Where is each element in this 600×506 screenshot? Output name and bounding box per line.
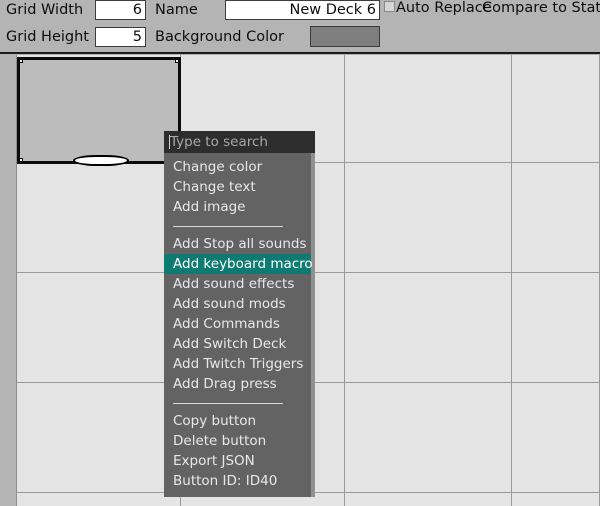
- auto-replace-checkbox[interactable]: [384, 1, 395, 12]
- auto-replace-label: Auto Replace: [396, 0, 492, 16]
- menu-separator: [173, 403, 283, 404]
- menu-item-add-drag-press[interactable]: Add Drag press: [164, 374, 311, 394]
- menu-item-add-commands[interactable]: Add Commands: [164, 314, 311, 334]
- context-menu-items: Change color Change text Add image Add S…: [164, 153, 315, 497]
- grid-cell[interactable]: [512, 383, 600, 493]
- grid-cell[interactable]: [512, 163, 600, 273]
- menu-item-add-keyboard-macro[interactable]: Add keyboard macro: [164, 254, 313, 274]
- menu-item-add-switch-deck[interactable]: Add Switch Deck: [164, 334, 311, 354]
- compare-to-state-label: Compare to Stat: [482, 0, 600, 16]
- grid-width-input[interactable]: 6: [95, 0, 146, 20]
- selected-deck-button[interactable]: [17, 57, 181, 164]
- background-color-label: Background Color: [155, 29, 284, 45]
- background-color-swatch[interactable]: [310, 26, 380, 47]
- menu-item-add-image[interactable]: Add image: [164, 197, 311, 217]
- grid-cell[interactable]: [512, 493, 600, 506]
- grid-cell[interactable]: [345, 273, 512, 383]
- menu-item-copy-button[interactable]: Copy button: [164, 411, 311, 431]
- toolbar: Grid Width 6 Grid Height 5 Name New Deck…: [0, 0, 600, 52]
- menu-item-add-sound-effects[interactable]: Add sound effects: [164, 274, 311, 294]
- grid-cell[interactable]: [345, 383, 512, 493]
- grid-cell[interactable]: [17, 383, 181, 493]
- grid-cell[interactable]: [17, 493, 181, 506]
- menu-item-button-id: Button ID: ID40: [173, 473, 278, 489]
- resize-corner-handle[interactable]: [19, 158, 23, 162]
- name-label: Name: [155, 2, 198, 18]
- resize-corner-handle[interactable]: [19, 59, 23, 63]
- deck-name-input[interactable]: New Deck 6: [225, 0, 380, 20]
- resize-corner-handle[interactable]: [175, 59, 179, 63]
- menu-item-add-stop-all-sounds[interactable]: Add Stop all sounds: [164, 234, 311, 254]
- menu-item-export-json[interactable]: Export JSON: [164, 451, 311, 471]
- grid-height-label: Grid Height: [6, 29, 89, 45]
- grid-top-rule: [0, 52, 600, 54]
- grid-cell[interactable]: [17, 273, 181, 383]
- menu-separator: [173, 226, 283, 227]
- text-caret-icon: [169, 135, 170, 149]
- grid-height-input[interactable]: 5: [95, 27, 146, 47]
- grid-cell[interactable]: [17, 163, 181, 273]
- menu-item-add-twitch-triggers[interactable]: Add Twitch Triggers: [164, 354, 311, 374]
- grid-cell[interactable]: [345, 163, 512, 273]
- context-menu: Type to search Change color Change text …: [164, 131, 315, 497]
- menu-item-add-sound-mods[interactable]: Add sound mods: [164, 294, 311, 314]
- menu-item-change-color[interactable]: Change color: [164, 157, 311, 177]
- grid-cell[interactable]: [512, 55, 600, 163]
- grid-cell[interactable]: [345, 55, 512, 163]
- grid-cell[interactable]: [345, 493, 512, 506]
- context-menu-search-input[interactable]: Type to search: [164, 131, 315, 153]
- menu-item-delete-button[interactable]: Delete button: [164, 431, 311, 451]
- resize-handle-bottom[interactable]: [73, 155, 129, 166]
- deck-editor-window: Grid Width 6 Grid Height 5 Name New Deck…: [0, 0, 600, 506]
- grid-width-label: Grid Width: [6, 2, 84, 18]
- menu-item-change-text[interactable]: Change text: [164, 177, 311, 197]
- context-menu-search-placeholder: Type to search: [170, 134, 268, 150]
- grid-cell[interactable]: [512, 273, 600, 383]
